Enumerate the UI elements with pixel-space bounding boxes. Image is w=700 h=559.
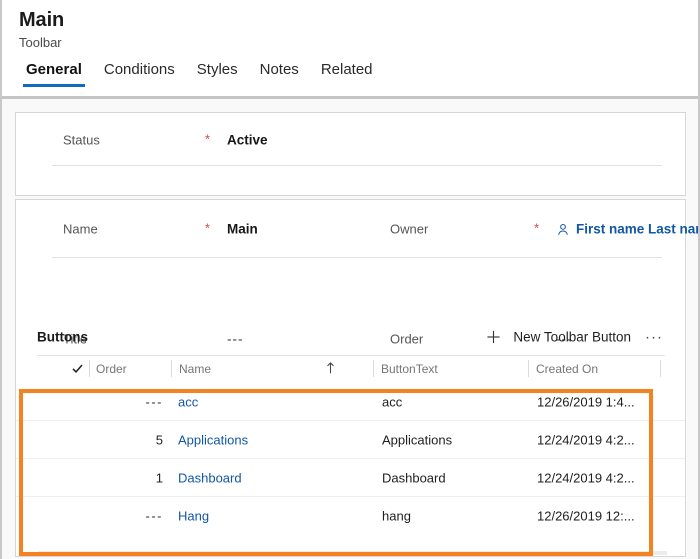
plus-icon[interactable] — [486, 330, 501, 345]
table-row[interactable]: --- Hang hang 12/26/2019 12:... — [16, 497, 685, 535]
status-card: Status * Active — [15, 112, 686, 196]
cell-buttontext: hang — [382, 508, 411, 524]
cell-created-on: 12/26/2019 12:... — [537, 508, 635, 524]
record-header: Main Toolbar General Conditions Styles N… — [2, 0, 698, 99]
form-body: Status * Active Name * Main Owner * Firs… — [2, 99, 698, 559]
column-header-name[interactable]: Name — [179, 362, 211, 376]
cell-order: 1 — [155, 470, 163, 485]
horizontal-scrollbar[interactable] — [38, 551, 667, 555]
field-row-status: Status * Active — [16, 113, 685, 166]
tab-general[interactable]: General — [15, 61, 93, 87]
record-entity-name: Toolbar — [19, 35, 62, 50]
status-required-marker: * — [205, 130, 211, 146]
owner-name-text[interactable]: First name Last name — [576, 222, 698, 237]
field-row-name-owner: Name * Main Owner * First name Last name — [16, 200, 698, 258]
checkmark-icon[interactable] — [71, 362, 84, 375]
cell-name-link[interactable]: Applications — [178, 432, 248, 447]
record-title-block: Main Toolbar — [2, 0, 698, 51]
general-details-card: Name * Main Owner * First name Last name — [15, 199, 698, 557]
cell-order: --- — [145, 394, 163, 409]
cell-created-on: 12/24/2019 4:2... — [537, 470, 635, 485]
tab-notes[interactable]: Notes — [249, 61, 310, 87]
table-row[interactable]: 5 Applications Applications 12/24/2019 4… — [16, 421, 685, 459]
cell-created-on: 12/24/2019 4:2... — [537, 432, 635, 447]
cell-name-link[interactable]: acc — [178, 394, 198, 409]
column-divider — [528, 360, 529, 377]
app-page: Main Toolbar General Conditions Styles N… — [0, 0, 700, 559]
tabstrip: General Conditions Styles Notes Related — [15, 61, 384, 87]
owner-lookup-value[interactable]: First name Last name — [556, 222, 698, 237]
column-divider — [171, 360, 172, 377]
cell-buttontext: Applications — [382, 432, 453, 447]
tab-styles[interactable]: Styles — [186, 61, 249, 87]
subgrid-column-headers: Order Name ButtonText Created On — [16, 356, 685, 382]
subgrid-command-bar: New Toolbar Button ··· — [486, 329, 665, 345]
tab-conditions[interactable]: Conditions — [93, 61, 186, 87]
cell-order: --- — [145, 508, 163, 524]
column-header-created-on[interactable]: Created On — [536, 362, 598, 376]
person-icon — [556, 222, 570, 236]
cell-buttontext: acc — [382, 394, 403, 409]
name-value[interactable]: Main — [227, 222, 258, 237]
status-value[interactable]: Active — [227, 132, 268, 147]
field-divider — [52, 257, 662, 258]
field-divider — [52, 165, 662, 166]
subgrid-title: Buttons — [37, 329, 88, 345]
name-required-marker: * — [205, 220, 211, 236]
column-header-buttontext[interactable]: ButtonText — [381, 362, 438, 376]
cell-created-on: 12/26/2019 1:4... — [537, 394, 635, 409]
sort-ascending-icon[interactable] — [325, 361, 336, 375]
subgrid-rows: --- acc acc 12/26/2019 1:4... 5 Applicat… — [16, 383, 685, 556]
column-divider — [89, 360, 90, 377]
table-row[interactable]: --- acc acc 12/26/2019 1:4... — [16, 383, 685, 421]
cell-name-link[interactable]: Dashboard — [178, 470, 242, 485]
name-label: Name — [63, 221, 98, 237]
cell-order: 5 — [155, 432, 163, 447]
column-header-order[interactable]: Order — [96, 362, 127, 376]
column-divider — [660, 360, 661, 377]
page-title: Main — [19, 9, 65, 31]
tab-related[interactable]: Related — [310, 61, 384, 87]
cell-name-link[interactable]: Hang — [178, 509, 209, 524]
table-row[interactable]: 1 Dashboard Dashboard 12/24/2019 4:2... — [16, 459, 685, 497]
new-toolbar-button-command[interactable]: New Toolbar Button — [513, 330, 631, 345]
status-label: Status — [63, 132, 100, 147]
owner-required-marker: * — [534, 220, 540, 236]
overflow-menu-icon[interactable]: ··· — [643, 329, 665, 344]
cell-buttontext: Dashboard — [382, 470, 446, 485]
column-divider — [373, 360, 374, 377]
owner-label: Owner — [390, 221, 429, 237]
subgrid-header: Buttons New Toolbar Button ··· — [16, 318, 685, 356]
